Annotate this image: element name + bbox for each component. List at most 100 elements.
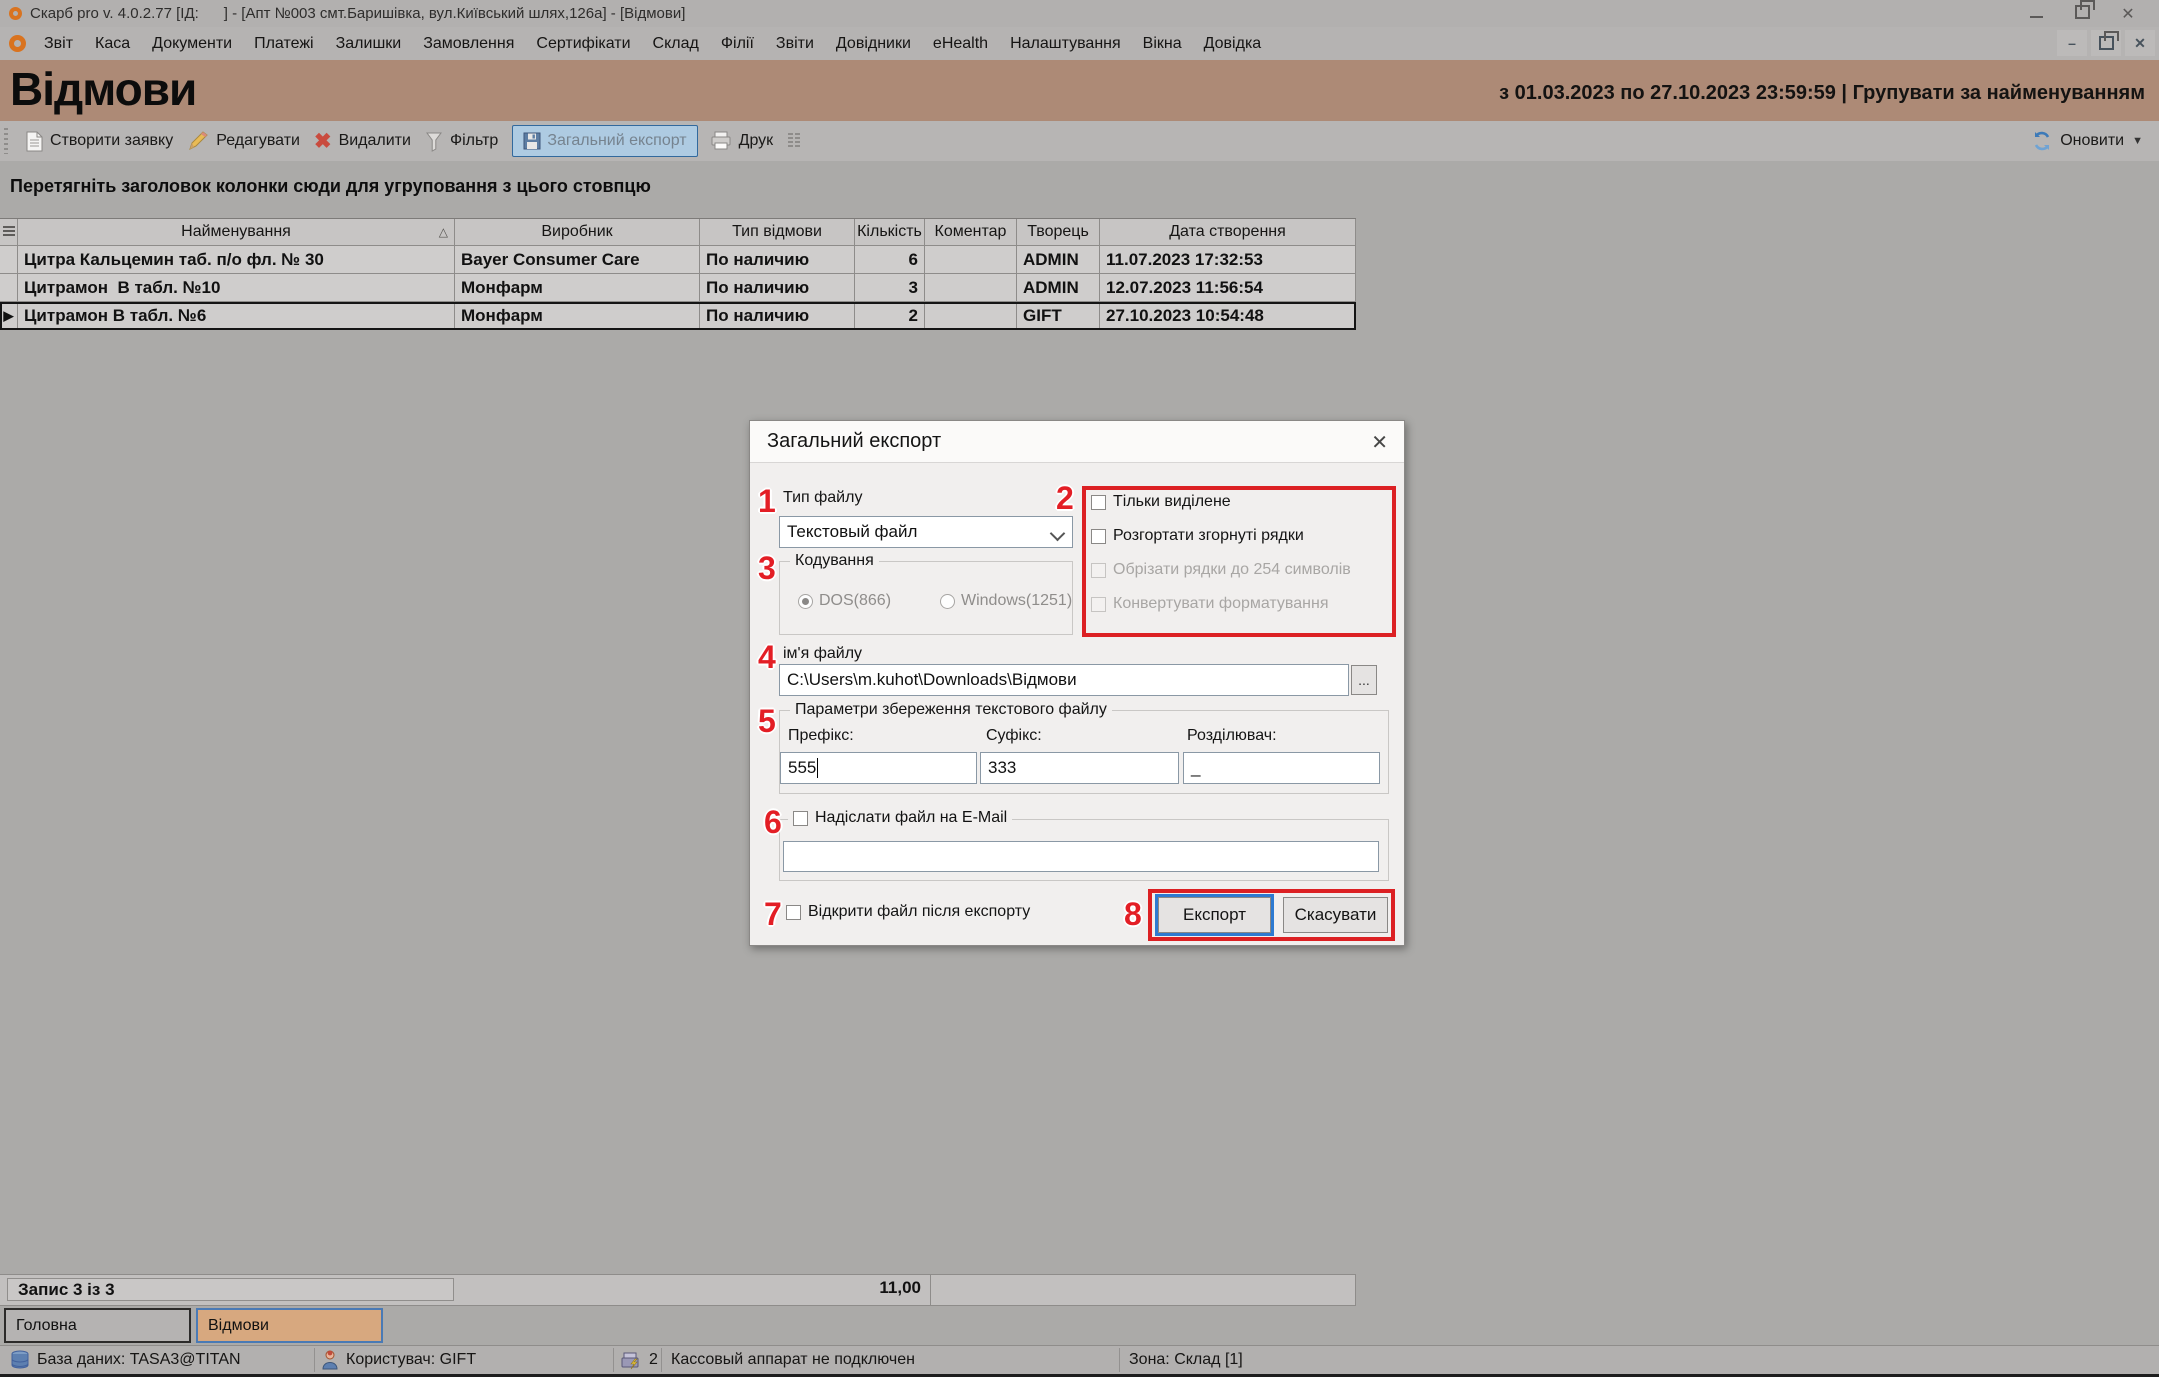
general-export-button[interactable]: Загальний експорт [512, 125, 697, 157]
menu-item[interactable]: Залишки [336, 35, 402, 53]
restore-button[interactable] [2059, 5, 2105, 23]
table-cell[interactable]: Bayer Consumer Care [455, 246, 700, 274]
email-checkbox-row[interactable]: Надіслати файл на E-Mail [788, 809, 1012, 827]
menu-item[interactable]: Склад [653, 35, 699, 53]
suffix-input[interactable]: 333 [980, 752, 1179, 784]
file-type-label: Тип файлу [783, 489, 862, 507]
table-cell[interactable]: ADMIN [1017, 246, 1100, 274]
mdi-restore-button[interactable] [2091, 30, 2121, 56]
menu-item[interactable]: Платежі [254, 35, 314, 53]
menu-item[interactable]: Звіт [44, 35, 73, 53]
annotation-1: 1 [758, 485, 776, 517]
refresh-dropdown-arrow[interactable]: ▼ [2132, 135, 2143, 147]
print-button[interactable]: Друк [739, 132, 774, 150]
refresh-label: Оновити [2060, 132, 2124, 150]
edit-button[interactable]: Редагувати [216, 132, 300, 150]
menu-item[interactable]: Каса [95, 35, 130, 53]
open-after-checkbox[interactable] [786, 905, 801, 920]
edit-pencil-icon [187, 130, 209, 152]
table-cell[interactable]: 12.07.2023 11:56:54 [1100, 274, 1356, 302]
table-row[interactable]: Цитра Кальцемин таб. п/о фл. № 30Bayer C… [0, 246, 1356, 274]
tab-active[interactable]: Відмови [196, 1308, 383, 1343]
column-header[interactable]: Тип відмови [700, 219, 855, 246]
file-type-select[interactable]: Текстовый файл [779, 516, 1073, 548]
radio-windows1251[interactable]: Windows(1251) [940, 592, 1072, 610]
grid-menu-icon[interactable] [3, 226, 15, 238]
table-cell[interactable]: 3 [855, 274, 925, 302]
dialog-title-bar[interactable]: Загальний експорт ✕ [750, 421, 1404, 463]
email-input[interactable] [783, 841, 1379, 872]
columns-list-icon[interactable] [787, 132, 807, 150]
user-label: Користувач: GIFT [346, 1351, 476, 1369]
table-cell[interactable] [925, 302, 1017, 330]
table-cell[interactable]: Монфарм [455, 274, 700, 302]
app-menu-icon[interactable] [9, 35, 26, 52]
menu-item[interactable]: Сертифікати [536, 35, 630, 53]
table-cell[interactable]: По наличию [700, 302, 855, 330]
table-cell[interactable] [925, 246, 1017, 274]
table-cell[interactable]: По наличию [700, 246, 855, 274]
prefix-input[interactable]: 555 [780, 752, 977, 784]
menu-item[interactable]: Звіти [776, 35, 814, 53]
table-cell[interactable]: ADMIN [1017, 274, 1100, 302]
menu-item[interactable]: eHealth [933, 35, 988, 53]
table-cell[interactable]: Цитра Кальцемин таб. п/о фл. № 30 [18, 246, 455, 274]
toolbar-grip[interactable] [4, 128, 8, 154]
dialog-close-icon[interactable]: ✕ [1371, 430, 1388, 455]
email-checkbox[interactable] [793, 811, 808, 826]
dialog-title: Загальний експорт [767, 430, 941, 453]
menu-item[interactable]: Налаштування [1010, 35, 1121, 53]
quantity-total: 11,00 [855, 1278, 921, 1298]
status-bar: База даних: TASA3@TITAN Користувач: GIFT… [0, 1345, 2159, 1377]
filter-button[interactable]: Фільтр [450, 132, 498, 150]
minimize-button[interactable] [2013, 5, 2059, 22]
create-request-button[interactable]: Створити заявку [50, 132, 173, 150]
radio-dos866[interactable]: DOS(866) [798, 592, 891, 610]
column-header[interactable]: Виробник [455, 219, 700, 246]
encoding-group: Кодування DOS(866) Windows(1251) [779, 561, 1073, 635]
group-hint: Перетягніть заголовок колонки сюди для у… [10, 176, 651, 197]
table-cell[interactable]: 27.10.2023 10:54:48 [1100, 302, 1356, 330]
device-count: 2 [649, 1351, 658, 1369]
table-cell[interactable]: GIFT [1017, 302, 1100, 330]
table-cell[interactable]: 2 [855, 302, 925, 330]
zone-label: Зона: Склад [1] [1129, 1351, 1243, 1369]
sort-ascending-icon[interactable]: △ [439, 225, 448, 239]
column-header[interactable]: Найменування△ [18, 219, 455, 246]
close-button[interactable]: ✕ [2105, 4, 2151, 24]
table-cell[interactable]: Монфарм [455, 302, 700, 330]
separator-input[interactable]: _ [1183, 752, 1380, 784]
table-cell[interactable]: По наличию [700, 274, 855, 302]
refresh-button[interactable]: Оновити ▼ [2032, 131, 2143, 151]
menu-item[interactable]: Вікна [1143, 35, 1182, 53]
prefix-label: Префікс: [788, 727, 854, 745]
menu-item[interactable]: Замовлення [423, 35, 514, 53]
mdi-minimize-button[interactable]: – [2057, 30, 2087, 56]
delete-button[interactable]: Видалити [339, 132, 411, 150]
open-after-checkbox-row[interactable]: Відкрити файл після експорту [786, 903, 1030, 921]
table-cell[interactable]: 6 [855, 246, 925, 274]
menu-item[interactable]: Філії [721, 35, 754, 53]
menu-item[interactable]: Документи [152, 35, 232, 53]
table-row[interactable]: Цитрамон В табл. №10МонфармПо наличию3 AD… [0, 274, 1356, 302]
column-header[interactable]: Творець [1017, 219, 1100, 246]
table-row[interactable]: ▶Цитрамон В табл. №6МонфармПо наличию2GI… [0, 302, 1356, 330]
table-cell[interactable]: Цитрамон В табл. №6 [18, 302, 455, 330]
menu-item[interactable]: Довідники [836, 35, 911, 53]
column-header[interactable]: Коментар [925, 219, 1017, 246]
filename-input[interactable]: C:\Users\m.kuhot\Downloads\Відмови [779, 664, 1349, 696]
browse-button[interactable]: ... [1351, 665, 1377, 695]
table-cell[interactable]: Цитрамон В табл. №10 [18, 274, 455, 302]
new-document-icon [26, 131, 43, 152]
table-cell[interactable]: 11.07.2023 17:32:53 [1100, 246, 1356, 274]
row-indicator [0, 274, 18, 302]
annotation-6: 6 [764, 806, 782, 838]
tab-inactive[interactable]: Головна [4, 1308, 191, 1343]
mdi-close-button[interactable]: ✕ [2125, 30, 2155, 56]
data-grid: Найменування△ВиробникТип відмовиКількіст… [0, 218, 1356, 330]
column-header[interactable]: Кількість [855, 219, 925, 246]
title-bar: Скарб pro v. 4.0.2.77 [ІД: ] - [Апт №003… [0, 0, 2159, 27]
menu-item[interactable]: Довідка [1204, 35, 1262, 53]
table-cell[interactable] [925, 274, 1017, 302]
column-header[interactable]: Дата створення [1100, 219, 1356, 246]
